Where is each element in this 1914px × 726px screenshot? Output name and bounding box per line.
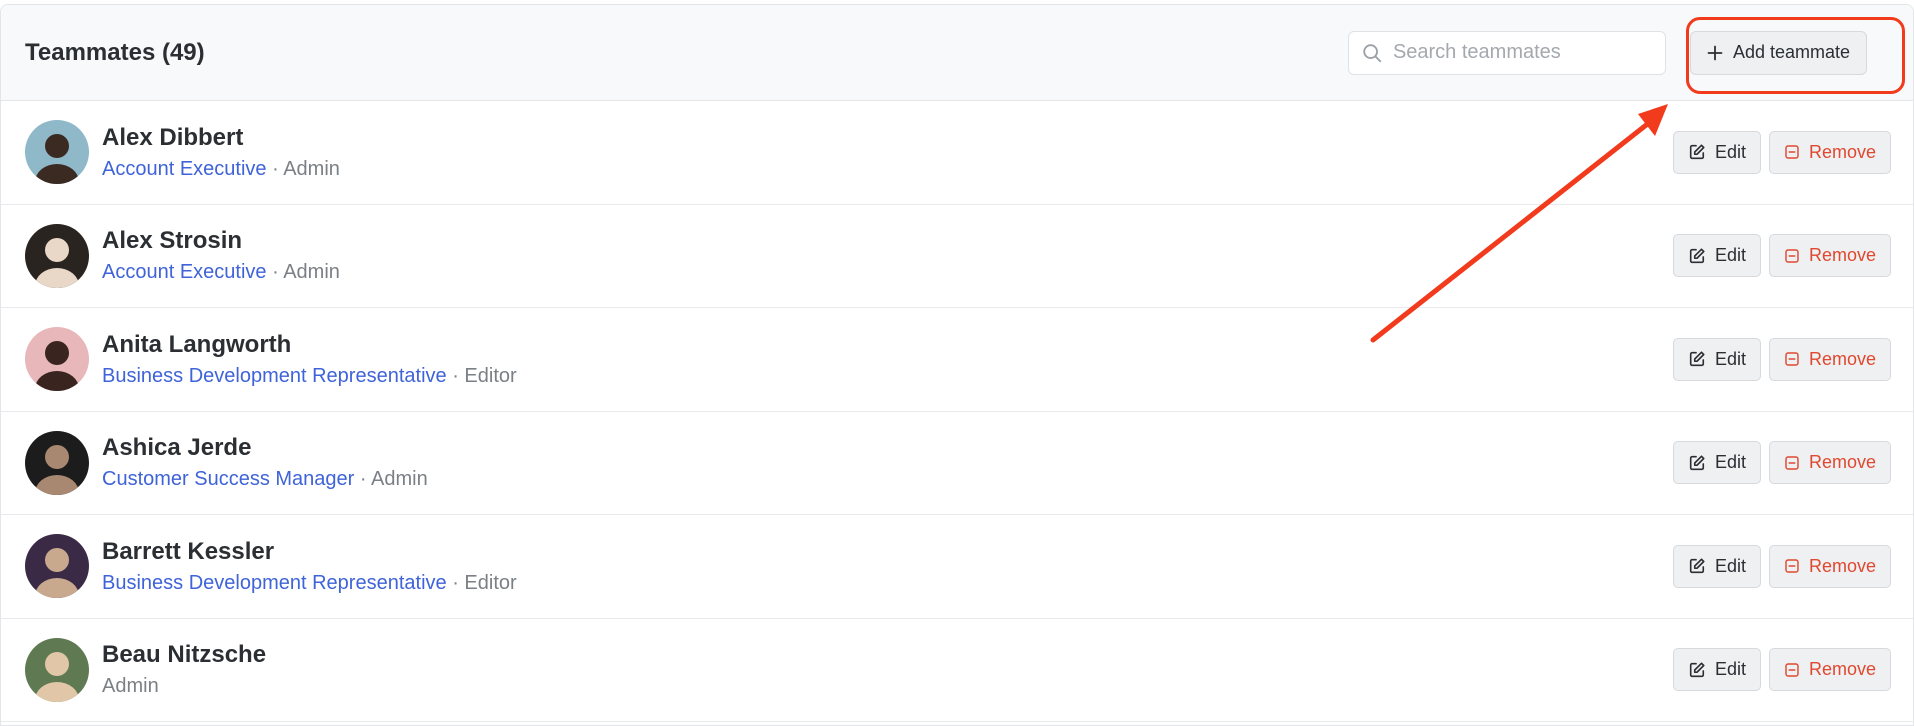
table-row: Anita Langworth Business Development Rep…: [1, 308, 1913, 412]
teammate-name: Anita Langworth: [102, 330, 292, 358]
edit-label: Edit: [1714, 659, 1746, 680]
teammate-permission: Editor: [464, 571, 517, 594]
table-row: Alex Dibbert Account Executive · Admin E…: [1, 101, 1913, 205]
row-actions: Edit Remove: [1673, 130, 1891, 174]
teammate-meta: Business Development Representative · Ed…: [102, 572, 517, 595]
row-actions: Edit Remove: [1673, 544, 1891, 588]
avatar: [25, 534, 89, 599]
teammate-meta: Account Executive · Admin: [102, 158, 340, 181]
edit-icon: [1689, 455, 1705, 470]
meta-separator: ·: [266, 157, 284, 180]
edit-label: Edit: [1714, 555, 1746, 576]
avatar: [25, 637, 89, 702]
edit-icon: [1689, 144, 1705, 160]
table-row: Alex Strosin Account Executive · Admin E…: [1, 205, 1913, 308]
teammate-meta: Account Executive · Admin: [102, 261, 340, 284]
remove-icon: [1785, 559, 1799, 573]
teammate-name: Barrett Kessler: [102, 537, 275, 565]
row-actions: Edit Remove: [1673, 441, 1891, 485]
edit-button[interactable]: Edit: [1673, 544, 1761, 588]
avatar: [25, 120, 89, 185]
add-teammate-label: Add teammate: [1732, 42, 1850, 62]
remove-label: Remove: [1808, 452, 1876, 473]
teammate-info: Ashica Jerde Customer Success Manager · …: [102, 434, 428, 491]
edit-button[interactable]: Edit: [1673, 130, 1761, 174]
search-box[interactable]: [1347, 30, 1666, 75]
remove-label: Remove: [1808, 245, 1876, 266]
row-actions: Edit Remove: [1673, 648, 1891, 692]
search-input[interactable]: [1392, 41, 1653, 64]
search-icon: [1363, 43, 1382, 62]
avatar: [25, 223, 89, 288]
teammate-role: Business Development Representative: [102, 571, 447, 594]
remove-label: Remove: [1808, 555, 1876, 576]
remove-label: Remove: [1808, 348, 1876, 369]
plus-icon: [1707, 45, 1723, 60]
edit-button[interactable]: Edit: [1673, 337, 1761, 381]
remove-button[interactable]: Remove: [1769, 544, 1891, 588]
teammate-role: Account Executive: [102, 261, 267, 284]
edit-label: Edit: [1714, 452, 1746, 473]
teammate-name: Ashica Jerde: [102, 434, 252, 462]
remove-icon: [1785, 456, 1799, 470]
table-row: Barrett Kessler Business Development Rep…: [1, 515, 1913, 619]
teammate-role: Account Executive: [102, 157, 267, 180]
remove-icon: [1785, 249, 1799, 263]
teammate-role: Business Development Representative: [102, 364, 447, 387]
edit-button[interactable]: Edit: [1673, 648, 1761, 692]
meta-separator: ·: [446, 571, 465, 594]
teammate-info: Beau Nitzsche Admin: [102, 641, 266, 698]
teammate-meta: Business Development Representative · Ed…: [102, 365, 517, 388]
edit-label: Edit: [1714, 348, 1746, 369]
row-actions: Edit Remove: [1673, 234, 1891, 278]
remove-icon: [1785, 663, 1799, 677]
teammate-info: Alex Dibbert Account Executive · Admin: [102, 124, 340, 181]
edit-icon: [1689, 351, 1705, 367]
meta-separator: ·: [266, 261, 284, 284]
page-title: Teammates (49): [25, 38, 205, 66]
teammate-name: Alex Dibbert: [102, 123, 244, 151]
edit-label: Edit: [1714, 141, 1746, 162]
teammates-header: Teammates (49) Add teammate: [1, 5, 1913, 101]
row-actions: Edit Remove: [1673, 337, 1891, 381]
teammates-panel: Teammates (49) Add teammate: [0, 4, 1914, 726]
table-row: Beau Nitzsche Admin Edit Remove: [1, 619, 1913, 722]
edit-icon: [1689, 248, 1705, 263]
meta-separator: ·: [354, 468, 371, 491]
teammate-info: Anita Langworth Business Development Rep…: [102, 331, 517, 388]
remove-button[interactable]: Remove: [1769, 648, 1891, 692]
remove-button[interactable]: Remove: [1769, 234, 1891, 278]
teammate-permission: Admin: [371, 468, 428, 491]
avatar: [25, 430, 89, 495]
edit-icon: [1689, 662, 1705, 677]
meta-separator: ·: [446, 364, 465, 387]
teammate-permission: Admin: [283, 261, 340, 284]
teammate-permission: Admin: [102, 675, 159, 698]
edit-button[interactable]: Edit: [1673, 234, 1761, 278]
remove-button[interactable]: Remove: [1769, 130, 1891, 174]
teammate-role: Customer Success Manager: [102, 468, 355, 491]
remove-button[interactable]: Remove: [1769, 337, 1891, 381]
teammate-permission: Editor: [464, 364, 517, 387]
remove-icon: [1785, 145, 1799, 159]
edit-button[interactable]: Edit: [1673, 441, 1761, 485]
teammate-info: Alex Strosin Account Executive · Admin: [102, 227, 340, 284]
avatar: [25, 327, 89, 392]
teammate-meta: Customer Success Manager · Admin: [102, 468, 428, 491]
header-actions: Add teammate: [1347, 30, 1867, 75]
edit-label: Edit: [1714, 245, 1746, 266]
remove-button[interactable]: Remove: [1769, 441, 1891, 485]
teammate-meta: Admin: [102, 675, 266, 698]
remove-label: Remove: [1808, 141, 1876, 162]
remove-label: Remove: [1808, 659, 1876, 680]
add-teammate-button[interactable]: Add teammate: [1689, 30, 1867, 75]
teammate-name: Alex Strosin: [102, 227, 243, 255]
teammate-permission: Admin: [283, 157, 340, 180]
table-row: Ashica Jerde Customer Success Manager · …: [1, 412, 1913, 515]
edit-icon: [1689, 558, 1705, 574]
teammate-info: Barrett Kessler Business Development Rep…: [102, 538, 517, 595]
remove-icon: [1785, 352, 1799, 366]
teammate-name: Beau Nitzsche: [102, 641, 267, 669]
teammate-list: Alex Dibbert Account Executive · Admin E…: [1, 101, 1913, 722]
